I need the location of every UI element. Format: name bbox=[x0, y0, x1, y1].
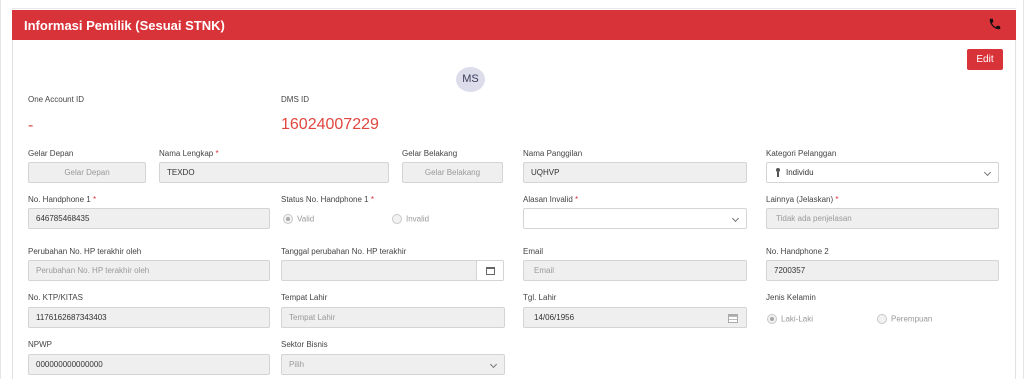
one-account-id-label: One Account ID bbox=[28, 95, 85, 104]
radio-laki-laki-dot bbox=[767, 314, 777, 324]
ktp-field[interactable]: 1176162687343403 bbox=[28, 307, 270, 328]
sektor-bisnis-value: Pilih bbox=[289, 360, 305, 369]
gelar-depan-label: Gelar Depan bbox=[28, 149, 74, 158]
nama-lengkap-field[interactable]: TEXDO bbox=[159, 162, 389, 183]
tanggal-perubahan-field[interactable] bbox=[281, 260, 477, 281]
chevron-down-icon bbox=[489, 360, 498, 369]
no-hp-1-label: No. Handphone 1 * bbox=[28, 195, 97, 204]
edit-button[interactable]: Edit bbox=[967, 49, 1003, 70]
alasan-invalid-select[interactable] bbox=[523, 208, 747, 229]
perubahan-hp-field[interactable]: Perubahan No. HP terakhir oleh bbox=[28, 260, 270, 281]
sektor-bisnis-select[interactable]: Pilih bbox=[281, 354, 505, 375]
status-hp-1-label: Status No. Handphone 1 * bbox=[281, 195, 374, 204]
kategori-pelanggan-select[interactable]: Individu bbox=[766, 162, 999, 183]
sektor-bisnis-label: Sektor Bisnis bbox=[281, 340, 328, 349]
perubahan-hp-label: Perubahan No. HP terakhir oleh bbox=[28, 247, 142, 256]
dms-id-value: 16024007229 bbox=[281, 116, 379, 133]
npwp-field[interactable]: 000000000000000 bbox=[28, 354, 270, 375]
nama-panggilan-field[interactable]: UQHVP bbox=[523, 162, 747, 183]
calendar-icon bbox=[486, 267, 495, 275]
section-title: Informasi Pemilik (Sesuai STNK) bbox=[24, 18, 225, 33]
tgl-lahir-value: 14/06/1956 bbox=[534, 313, 575, 322]
gelar-belakang-field[interactable]: Gelar Belakang bbox=[402, 162, 503, 183]
phone-icon[interactable] bbox=[988, 16, 1002, 32]
nama-lengkap-label: Nama Lengkap * bbox=[159, 149, 219, 158]
chevron-down-icon bbox=[731, 214, 740, 223]
radio-invalid[interactable]: Invalid bbox=[392, 214, 429, 224]
one-account-id-value: - bbox=[28, 117, 34, 134]
kategori-pelanggan-label: Kategori Pelanggan bbox=[766, 149, 837, 158]
section-header: Informasi Pemilik (Sesuai STNK) bbox=[12, 10, 1016, 40]
no-hp-1-field[interactable]: 646785468435 bbox=[28, 208, 270, 229]
lainnya-field[interactable]: Tidak ada penjelasan bbox=[766, 208, 999, 229]
nama-panggilan-label: Nama Panggilan bbox=[523, 149, 583, 158]
tempat-lahir-field[interactable]: Tempat Lahir bbox=[281, 307, 505, 328]
jenis-kelamin-label: Jenis Kelamin bbox=[766, 293, 816, 302]
calendar-button[interactable] bbox=[476, 260, 504, 281]
radio-perempuan-dot bbox=[877, 314, 887, 324]
tanggal-perubahan-label: Tanggal perubahan No. HP terakhir bbox=[281, 247, 407, 256]
kategori-pelanggan-value: Individu bbox=[786, 168, 814, 177]
tgl-lahir-field[interactable]: 14/06/1956 bbox=[523, 307, 747, 328]
npwp-label: NPWP bbox=[28, 340, 52, 349]
dms-id-label: DMS ID bbox=[281, 95, 309, 104]
radio-valid-dot bbox=[283, 214, 293, 224]
tgl-lahir-label: Tgl. Lahir bbox=[523, 293, 557, 302]
radio-laki-laki[interactable]: Laki-Laki bbox=[767, 314, 813, 324]
no-hp-2-label: No. Handphone 2 bbox=[766, 247, 829, 256]
alasan-invalid-label: Alasan Invalid * bbox=[523, 195, 579, 204]
tempat-lahir-label: Tempat Lahir bbox=[281, 293, 328, 302]
no-hp-2-field[interactable]: 7200357 bbox=[766, 260, 999, 281]
person-icon bbox=[774, 168, 782, 178]
lainnya-label: Lainnya (Jelaskan) * bbox=[766, 195, 839, 204]
radio-valid[interactable]: Valid bbox=[283, 214, 314, 224]
ktp-label: No. KTP/KITAS bbox=[28, 293, 83, 302]
chevron-down-icon bbox=[983, 168, 992, 177]
top-divider bbox=[12, 8, 1016, 9]
radio-invalid-dot bbox=[392, 214, 402, 224]
radio-perempuan[interactable]: Perempuan bbox=[877, 314, 932, 324]
gelar-belakang-label: Gelar Belakang bbox=[402, 149, 458, 158]
email-field[interactable]: Email bbox=[523, 260, 747, 281]
avatar: MS bbox=[456, 67, 485, 92]
email-label: Email bbox=[523, 247, 544, 256]
calendar-icon[interactable] bbox=[728, 314, 738, 323]
gelar-depan-field[interactable]: Gelar Depan bbox=[28, 162, 146, 183]
